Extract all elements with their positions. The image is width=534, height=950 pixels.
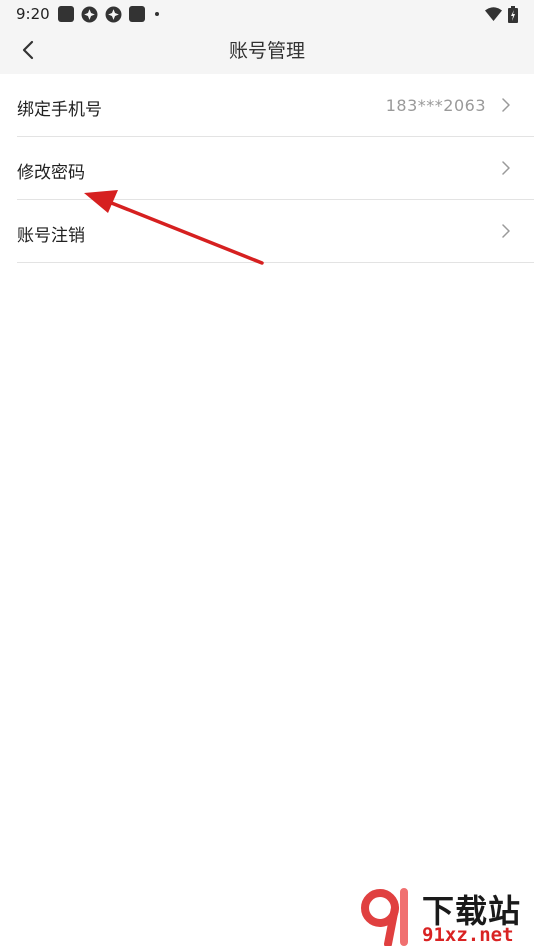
bound-phone-number: 183***2063 [385, 96, 486, 115]
list-item-bind-phone[interactable]: 绑定手机号 183***2063 [17, 74, 534, 137]
pinwheel-icon [81, 6, 98, 23]
wifi-icon [485, 7, 502, 21]
list-item-delete-account[interactable]: 账号注销 [17, 200, 534, 263]
list-item-label: 修改密码 [17, 163, 85, 183]
list-item-label: 绑定手机号 [17, 100, 102, 120]
notification-icons [58, 5, 159, 23]
app-notification-icon [58, 6, 74, 22]
status-time: 9:20 [16, 5, 50, 23]
chevron-right-icon [502, 98, 510, 112]
system-icons [485, 5, 518, 23]
battery-icon [508, 5, 518, 23]
watermark-logo [361, 888, 408, 946]
page-title: 账号管理 [228, 40, 305, 62]
chevron-right-icon [502, 224, 510, 238]
status-bar: 9:20 [0, 0, 534, 28]
chevron-right-icon [502, 161, 510, 175]
app-notification-icon [129, 6, 145, 22]
watermark-domain: 91xz.net [422, 924, 514, 946]
site-watermark: 下载站 91xz.net [358, 886, 528, 946]
account-settings-list: 绑定手机号 183***2063 修改密码 账号注销 [0, 74, 534, 263]
pinwheel-icon [105, 6, 122, 23]
more-notifications-dot-icon [155, 12, 159, 16]
list-item-label: 账号注销 [17, 226, 85, 246]
list-item-change-password[interactable]: 修改密码 [17, 137, 534, 200]
app-header: 账号管理 [0, 28, 534, 74]
